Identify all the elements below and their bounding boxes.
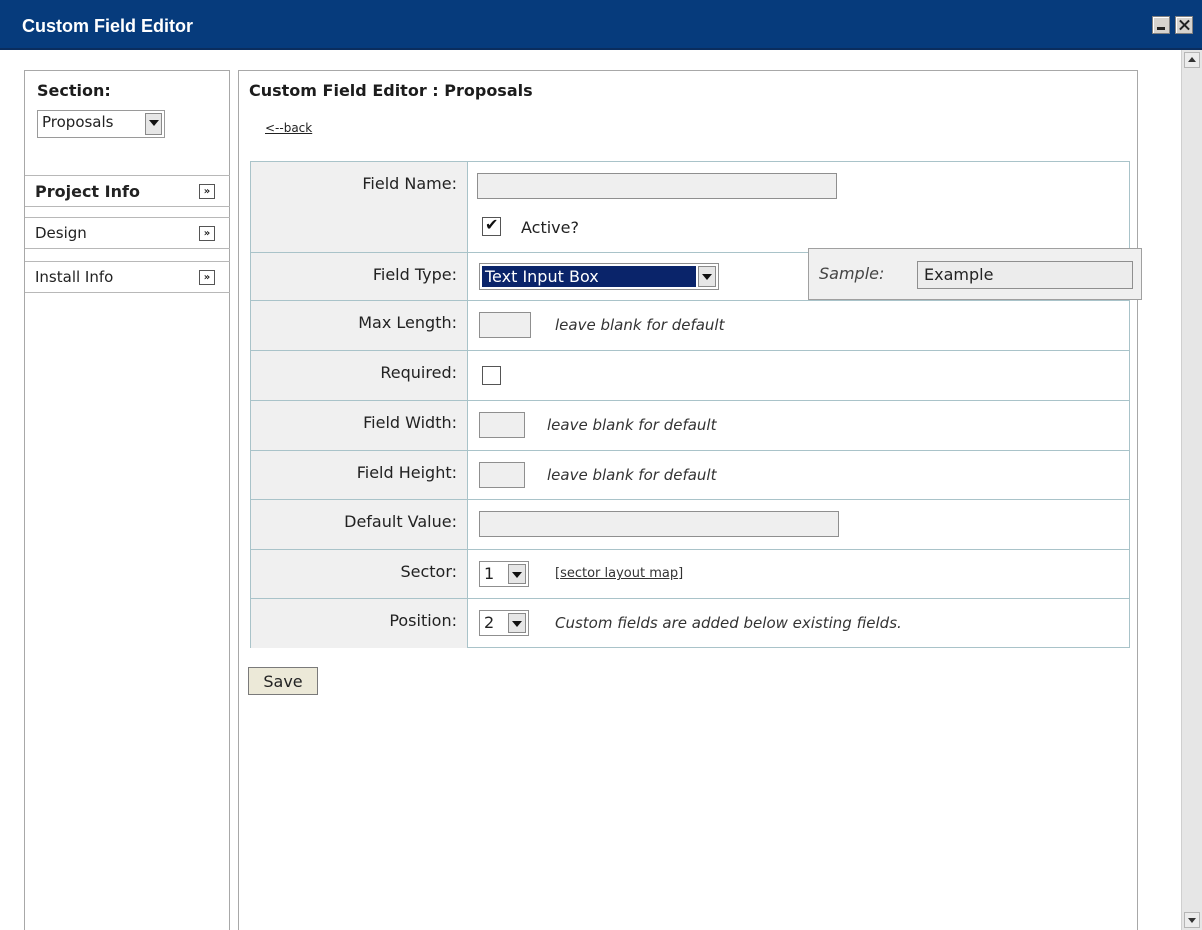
field-width-row: Field Width: leave blank for default: [251, 401, 1129, 451]
close-icon[interactable]: [1175, 16, 1193, 34]
sidebar-item-project-info[interactable]: Project Info »: [25, 175, 230, 207]
sample-preview: Sample: Example: [808, 248, 1142, 300]
default-value-row: Default Value:: [251, 500, 1129, 550]
field-type-value: Text Input Box: [482, 266, 696, 287]
field-name-input[interactable]: [477, 173, 837, 199]
position-select[interactable]: 2: [479, 610, 529, 636]
window-title: Custom Field Editor: [22, 16, 193, 36]
sector-label: Sector:: [400, 562, 457, 581]
max-length-label: Max Length:: [358, 313, 457, 332]
field-type-select[interactable]: Text Input Box: [479, 263, 719, 290]
field-width-label: Field Width:: [363, 413, 457, 432]
max-length-input[interactable]: [479, 312, 531, 338]
sector-layout-map: [sector layout map]: [555, 566, 684, 581]
double-chevron-right-icon[interactable]: »: [199, 226, 215, 241]
required-label: Required:: [380, 363, 457, 382]
field-width-input[interactable]: [479, 412, 525, 438]
field-name-row: Field Name: Active?: [251, 162, 1129, 253]
position-hint: Custom fields are added below existing f…: [555, 614, 902, 632]
section-label: Section:: [37, 81, 111, 100]
section-select-value: Proposals: [42, 113, 114, 131]
max-length-hint: leave blank for default: [555, 316, 725, 334]
position-label: Position:: [389, 611, 457, 630]
back-link[interactable]: <--back: [265, 121, 312, 135]
chevron-down-icon[interactable]: [508, 564, 526, 584]
double-chevron-right-icon[interactable]: »: [199, 184, 215, 199]
page-title: Custom Field Editor : Proposals: [249, 81, 533, 100]
chevron-down-icon[interactable]: [508, 613, 526, 633]
required-checkbox[interactable]: [482, 366, 501, 385]
field-height-hint: leave blank for default: [547, 466, 717, 484]
save-button[interactable]: Save: [248, 667, 318, 695]
position-select-value: 2: [484, 613, 495, 632]
field-form: Field Name: Active? Field Type: Text Inp…: [250, 161, 1130, 648]
scroll-up-icon[interactable]: [1184, 52, 1200, 68]
chevron-down-icon[interactable]: [145, 113, 162, 135]
sample-label: Sample:: [819, 264, 885, 283]
active-checkbox[interactable]: [482, 215, 501, 236]
field-height-label: Field Height:: [356, 463, 457, 482]
position-row: Position: 2 Custom fields are added belo…: [251, 599, 1129, 648]
double-chevron-right-icon[interactable]: »: [199, 270, 215, 285]
sector-row: Sector: 1 [sector layout map]: [251, 550, 1129, 599]
default-value-input[interactable]: [479, 511, 839, 537]
minimize-icon[interactable]: [1152, 16, 1170, 34]
scroll-down-icon[interactable]: [1184, 912, 1200, 928]
vertical-scrollbar[interactable]: [1181, 50, 1202, 930]
sector-select-value: 1: [484, 564, 495, 583]
sidebar-item-label: Install Info: [35, 268, 114, 286]
field-width-hint: leave blank for default: [547, 416, 717, 434]
chevron-down-icon[interactable]: [698, 266, 716, 287]
max-length-row: Max Length: leave blank for default: [251, 301, 1129, 351]
sample-input: Example: [917, 261, 1133, 289]
section-select[interactable]: Proposals: [37, 110, 165, 138]
sidebar-item-label: Project Info: [35, 182, 140, 201]
sidebar-item-design[interactable]: Design »: [25, 217, 230, 249]
title-bar: Custom Field Editor: [0, 0, 1202, 50]
sector-layout-map-link[interactable]: sector layout map: [560, 566, 678, 581]
required-row: Required:: [251, 351, 1129, 401]
active-label: Active?: [521, 218, 579, 237]
sidebar: Section: Proposals Project Info » Design…: [24, 70, 230, 930]
sidebar-item-label: Design: [35, 224, 87, 242]
default-value-label: Default Value:: [344, 512, 457, 531]
field-name-label: Field Name:: [362, 174, 457, 193]
sector-select[interactable]: 1: [479, 561, 529, 587]
field-height-input[interactable]: [479, 462, 525, 488]
field-height-row: Field Height: leave blank for default: [251, 451, 1129, 500]
sidebar-item-install-info[interactable]: Install Info »: [25, 261, 230, 293]
field-type-label: Field Type:: [372, 265, 457, 284]
